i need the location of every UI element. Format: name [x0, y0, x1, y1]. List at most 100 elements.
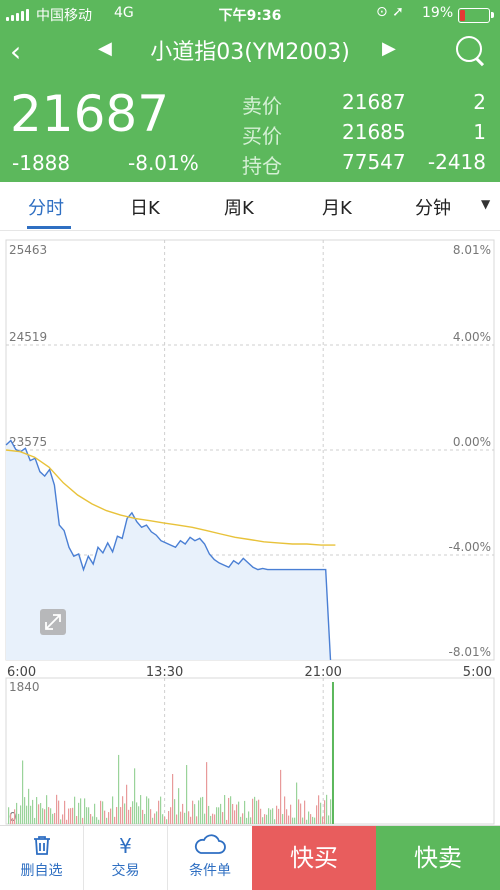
volume-bar: [152, 817, 154, 824]
volume-bar: [320, 802, 322, 824]
volume-bar: [258, 799, 260, 824]
volume-bar: [238, 801, 240, 824]
timeshare-chart[interactable]: 25463245192357522631216878.01%4.00%0.00%…: [0, 231, 500, 827]
volume-bar: [298, 799, 300, 824]
volume-bar: [14, 809, 16, 824]
y-right-tick-label: -8.01%: [449, 645, 491, 659]
volume-bar: [48, 807, 50, 824]
volume-bar: [194, 804, 196, 824]
volume-bar: [270, 809, 272, 824]
search-icon[interactable]: [456, 36, 482, 62]
volume-bar: [232, 803, 234, 824]
volume-bar: [186, 765, 188, 824]
tab-daily-k[interactable]: 日K: [130, 194, 160, 220]
y-tick-label: 25463: [9, 243, 47, 257]
y-tick-label: 24519: [9, 330, 47, 344]
chevron-down-icon[interactable]: ▼: [481, 197, 490, 211]
volume-bar: [294, 817, 296, 824]
volume-bar: [318, 795, 320, 824]
volume-bar: [256, 800, 258, 824]
remove-watchlist-button[interactable]: 删自选: [0, 826, 84, 890]
tab-timeshare[interactable]: 分时: [28, 194, 64, 220]
orientation-lock-icon: ⊙ ➚: [376, 4, 404, 20]
volume-bar: [36, 797, 38, 824]
volume-bar: [326, 794, 328, 824]
trade-button[interactable]: ¥ 交易: [84, 826, 168, 890]
volume-bar: [156, 811, 158, 824]
y-right-tick-label: 0.00%: [453, 435, 491, 449]
volume-bar: [228, 797, 230, 824]
volume-bar: [182, 803, 184, 824]
volume-bar: [168, 811, 170, 824]
quick-sell-button[interactable]: 快卖: [376, 826, 500, 890]
conditional-order-button[interactable]: 条件单: [168, 826, 252, 890]
volume-bar: [32, 799, 34, 824]
volume-bar: [210, 815, 212, 824]
volume-bar: [206, 762, 208, 824]
volume-bar: [28, 788, 30, 824]
volume-bar: [266, 814, 268, 824]
volume-bar: [244, 800, 246, 824]
volume-bar: [56, 794, 58, 824]
volume-bar: [12, 817, 14, 824]
tab-monthly-k[interactable]: 月K: [322, 194, 352, 220]
tab-weekly-k[interactable]: 周K: [224, 194, 254, 220]
volume-bar: [34, 817, 36, 824]
volume-bar: [292, 817, 294, 824]
volume-bar: [308, 811, 310, 824]
volume-bar: [224, 795, 226, 824]
volume-bar: [132, 801, 134, 824]
volume-bar: [82, 817, 84, 824]
volume-bar: [296, 782, 298, 824]
chart-area[interactable]: 25463245192357522631216878.01%4.00%0.00%…: [0, 231, 500, 827]
volume-bar: [26, 805, 28, 824]
volume-bar: [134, 768, 136, 824]
volume-bar: [154, 813, 156, 824]
volume-bar: [76, 815, 78, 824]
volume-bar: [174, 799, 176, 824]
volume-bar: [188, 811, 190, 824]
last-price: 21687: [10, 85, 170, 143]
volume-bar: [324, 800, 326, 824]
volume-bar: [180, 811, 182, 824]
volume-bar: [276, 805, 278, 824]
volume-bar: [58, 800, 60, 824]
page-title: 小道指03(YM2003): [150, 40, 350, 65]
volume-bar: [198, 800, 200, 824]
volume-bar: [42, 808, 44, 824]
volume-bar: [322, 816, 324, 824]
volume-bar: [142, 809, 144, 824]
volume-bar: [288, 815, 290, 824]
volume-bar: [18, 813, 20, 824]
volume-bar: [84, 798, 86, 824]
volume-bar: [50, 808, 52, 824]
ask-row: 卖价 21687 2: [242, 90, 490, 120]
volume-bar: [260, 808, 262, 824]
battery-icon: [458, 8, 494, 23]
volume-bar: [284, 796, 286, 824]
next-contract-button[interactable]: ▶: [382, 38, 396, 59]
volume-bar: [100, 800, 102, 824]
bid-volume: 1: [473, 120, 486, 144]
volume-bar: [88, 807, 90, 824]
volume-bar: [304, 800, 306, 824]
quick-buy-button[interactable]: 快买: [252, 826, 376, 890]
volume-bar: [280, 769, 282, 824]
volume-bar: [114, 816, 116, 824]
y-right-tick-label: -4.00%: [449, 540, 491, 554]
volume-bar: [44, 809, 46, 824]
ask-label: 卖价: [242, 94, 282, 118]
cloud-icon: [168, 834, 252, 858]
volume-bar: [331, 682, 334, 824]
volume-bar: [212, 813, 214, 824]
volume-bar: [254, 796, 256, 824]
volume-bar: [192, 800, 194, 824]
volume-bar: [138, 806, 140, 824]
volume-bar: [140, 795, 142, 824]
volume-bar: [216, 807, 218, 824]
volume-bar: [248, 811, 250, 824]
volume-bar: [306, 819, 308, 824]
tab-minute[interactable]: 分钟: [415, 194, 451, 220]
volume-bar: [262, 817, 264, 824]
volume-bar: [310, 814, 312, 824]
